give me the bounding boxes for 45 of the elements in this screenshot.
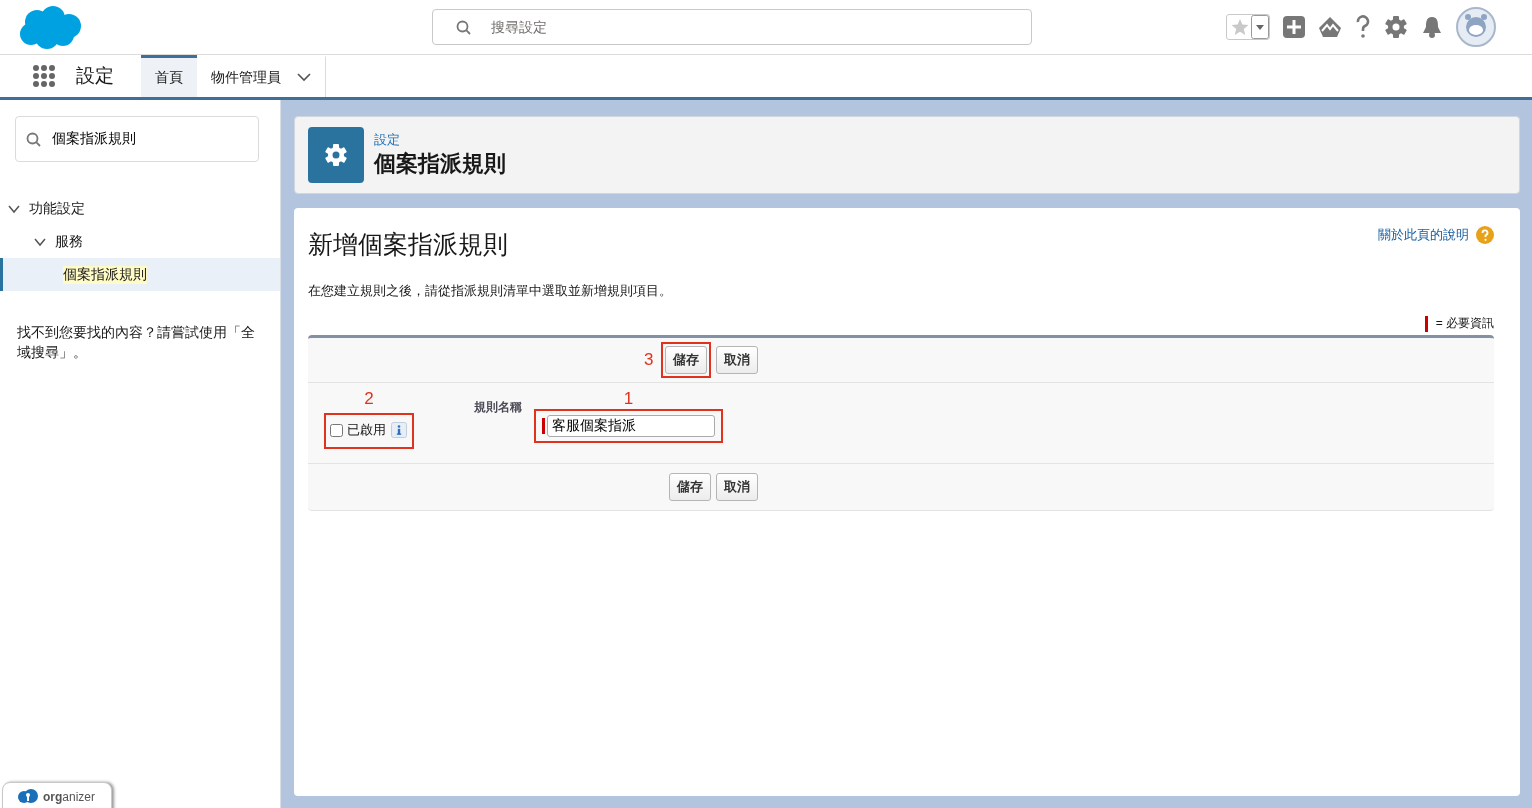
mountain-icon[interactable]	[1318, 16, 1342, 38]
help-link[interactable]: 關於此頁的說明	[1378, 226, 1494, 244]
help-icon[interactable]	[1355, 15, 1371, 39]
search-icon	[456, 20, 471, 35]
legend-text: = 必要資訊	[1435, 315, 1494, 332]
favorites-button[interactable]	[1226, 14, 1270, 40]
form-button[interactable]: 儲存	[665, 346, 708, 374]
caret-icon[interactable]	[1251, 15, 1269, 39]
info-icon[interactable]	[391, 422, 407, 438]
tree-item[interactable]: 服務	[0, 225, 280, 258]
form-button[interactable]: 取消	[716, 346, 759, 374]
nav-tab[interactable]: 物件管理員	[197, 55, 326, 97]
form-button[interactable]: 取消	[716, 473, 758, 501]
cloud-icon	[17, 789, 39, 805]
star-icon	[1231, 18, 1249, 36]
breadcrumb-link[interactable]: 設定	[374, 131, 400, 149]
search-field[interactable]: 搜尋設定	[432, 9, 1032, 45]
callout-number: 1	[623, 389, 634, 409]
cloud-logo[interactable]	[17, 4, 83, 50]
bell-icon[interactable]	[1421, 15, 1443, 39]
page-title: 個案指派規則	[374, 150, 506, 178]
checkbox-label: 已啟用	[347, 421, 386, 439]
app-launcher-icon[interactable]	[32, 64, 56, 88]
callout-number: 3	[644, 350, 654, 370]
tree-item[interactable]: 個案指派規則	[0, 258, 280, 291]
organizer-tab[interactable]: organizer	[2, 782, 113, 808]
nav-tab[interactable]: 首頁	[141, 55, 197, 97]
help-icon	[1476, 226, 1494, 244]
plus-icon[interactable]	[1283, 16, 1305, 38]
rule-name-field[interactable]: 客服個案指派	[547, 415, 715, 437]
settings-icon[interactable]	[1384, 15, 1408, 39]
help-text: 找不到您要找的內容？請嘗試使用「全域搜尋」。	[17, 323, 256, 362]
enabled-checkbox[interactable]	[330, 423, 343, 437]
form-button[interactable]: 儲存	[669, 473, 711, 501]
intro-text: 在您建立規則之後，請從指派規則清單中選取並新增規則項目。	[308, 282, 673, 300]
settings-icon	[308, 127, 364, 183]
form-title: 新增個案指派規則	[308, 229, 508, 260]
search-field[interactable]: 個案指派規則	[15, 116, 259, 162]
required-marker	[1424, 315, 1428, 332]
search-icon	[26, 132, 41, 147]
field-label: 規則名稱	[473, 399, 523, 416]
avatar-icon[interactable]	[1456, 7, 1496, 47]
app-name: 設定	[76, 64, 114, 88]
callout-number: 2	[364, 389, 374, 409]
tree-item[interactable]: 功能設定	[0, 192, 280, 225]
